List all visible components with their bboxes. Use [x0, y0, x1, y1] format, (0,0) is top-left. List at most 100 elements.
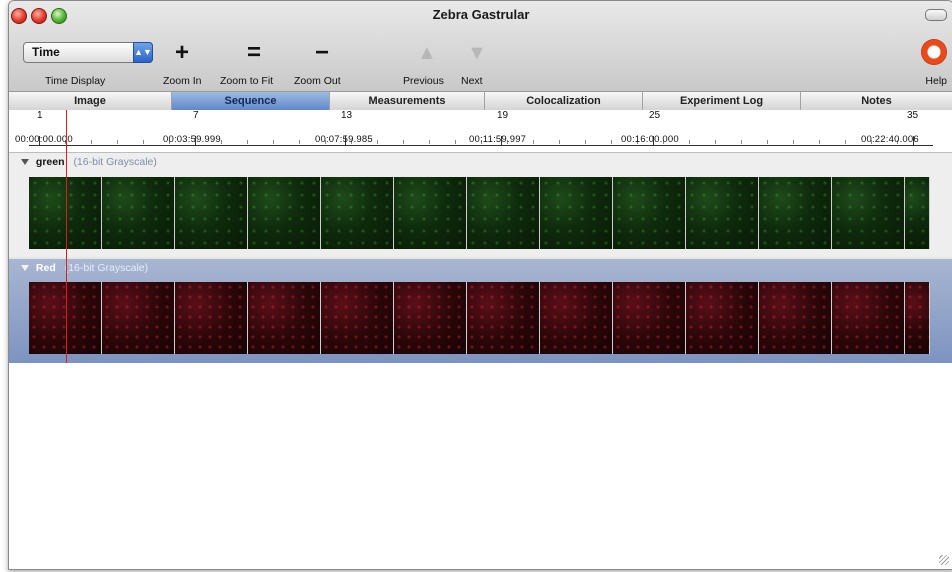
- zoom-out-button[interactable]: Zoom Out: [294, 75, 341, 87]
- plus-icon[interactable]: +: [175, 41, 189, 65]
- frame-thumbnail[interactable]: [759, 177, 832, 249]
- ruler-minor-tick: [91, 140, 92, 144]
- frame-thumbnail[interactable]: [613, 177, 686, 249]
- frame-number: 19: [497, 110, 509, 121]
- time-display-value: Time: [32, 45, 60, 59]
- minus-icon[interactable]: −: [315, 41, 329, 65]
- zoom-to-fit-button[interactable]: Zoom to Fit: [220, 75, 273, 87]
- frame-number: 35: [907, 110, 919, 121]
- ruler-minor-tick: [585, 140, 586, 144]
- frame-thumbnail[interactable]: [686, 177, 759, 249]
- popup-arrows-icon: ▲▼: [133, 42, 153, 63]
- frame-thumbnail[interactable]: [759, 282, 832, 354]
- frame-thumbnail[interactable]: [832, 177, 905, 249]
- frame-thumbnail[interactable]: [540, 282, 613, 354]
- ruler-minor-tick: [299, 140, 300, 144]
- equals-icon[interactable]: =: [247, 41, 261, 65]
- channel-track-green[interactable]: green (16-bit Grayscale): [9, 153, 952, 257]
- ruler-minor-tick: [689, 140, 690, 144]
- tab-image[interactable]: Image: [9, 92, 172, 110]
- timeline-ruler[interactable]: 1 7 13 19 25 35 00:00:00.000 00:03:59.99…: [9, 110, 952, 153]
- previous-button[interactable]: Previous: [403, 75, 444, 87]
- frame-thumbnail[interactable]: [248, 177, 321, 249]
- frame-thumbnail[interactable]: [394, 282, 467, 354]
- frame-thumbnail[interactable]: [175, 282, 248, 354]
- ruler-minor-tick: [559, 140, 560, 144]
- frame-timestamp: 00:07:59.985: [315, 134, 373, 145]
- thumbnail-strip[interactable]: [29, 282, 933, 354]
- toolbar-toggle-button[interactable]: [925, 9, 947, 21]
- frame-thumbnail[interactable]: [467, 282, 540, 354]
- tab-measurements[interactable]: Measurements: [330, 92, 485, 110]
- ruler-minor-tick: [715, 140, 716, 144]
- chevron-up-icon[interactable]: ▲: [417, 41, 437, 65]
- frame-thumbnail[interactable]: [467, 177, 540, 249]
- ruler-minor-tick: [117, 140, 118, 144]
- zoom-in-button[interactable]: Zoom In: [163, 75, 202, 87]
- time-display-label: Time Display: [45, 75, 106, 87]
- frame-thumbnail[interactable]: [832, 282, 905, 354]
- frame-thumbnail[interactable]: [905, 177, 930, 249]
- empty-track-area: [9, 363, 952, 569]
- frame-number: 25: [649, 110, 661, 121]
- ruler-minor-tick: [429, 140, 430, 144]
- ruler-minor-tick: [767, 140, 768, 144]
- channel-name: Red: [35, 262, 56, 274]
- frame-timestamp: 00:03:59.999: [163, 134, 221, 145]
- frame-thumbnail[interactable]: [394, 177, 467, 249]
- frame-thumbnail[interactable]: [540, 177, 613, 249]
- resize-grip-icon[interactable]: [939, 555, 949, 565]
- help-button[interactable]: Help: [925, 75, 947, 87]
- ruler-minor-tick: [143, 140, 144, 144]
- frame-thumbnail[interactable]: [686, 282, 759, 354]
- disclosure-triangle-icon[interactable]: [21, 265, 29, 272]
- frame-timestamp: 00:00:00.000: [15, 134, 73, 145]
- ruler-baseline: [29, 145, 933, 146]
- frame-thumbnail[interactable]: [321, 282, 394, 354]
- ruler-minor-tick: [403, 140, 404, 144]
- ruler-minor-tick: [221, 140, 222, 144]
- app-window: Zebra Gastrular Time ▲▼ Time Display + Z…: [8, 0, 952, 570]
- channel-format: (16-bit Grayscale): [64, 262, 149, 274]
- frame-thumbnail[interactable]: [613, 282, 686, 354]
- frame-thumbnail[interactable]: [248, 282, 321, 354]
- tab-bar: Image Sequence Measurements Colocalizati…: [9, 91, 952, 111]
- ruler-minor-tick: [793, 140, 794, 144]
- ruler-minor-tick: [845, 140, 846, 144]
- thumbnail-strip[interactable]: [29, 177, 933, 249]
- frame-thumbnail[interactable]: [102, 177, 175, 249]
- track-header[interactable]: green (16-bit Grayscale): [21, 156, 157, 168]
- frame-thumbnail[interactable]: [102, 282, 175, 354]
- disclosure-triangle-icon[interactable]: [21, 159, 29, 166]
- playhead[interactable]: [66, 110, 67, 366]
- frame-number: 7: [193, 110, 199, 121]
- channel-name: green: [35, 156, 65, 168]
- ruler-minor-tick: [273, 140, 274, 144]
- chevron-down-icon[interactable]: ▼: [467, 41, 487, 65]
- tab-colocalization[interactable]: Colocalization: [485, 92, 643, 110]
- ruler-minor-tick: [455, 140, 456, 144]
- window-title: Zebra Gastrular: [432, 7, 530, 22]
- next-button[interactable]: Next: [461, 75, 483, 87]
- ruler-minor-tick: [247, 140, 248, 144]
- frame-timestamp: 00:16:00.000: [621, 134, 679, 145]
- tab-notes[interactable]: Notes: [801, 92, 952, 110]
- frame-thumbnail[interactable]: [175, 177, 248, 249]
- tab-experiment-log[interactable]: Experiment Log: [643, 92, 801, 110]
- channel-format: (16-bit Grayscale): [73, 156, 157, 168]
- ruler-minor-tick: [741, 140, 742, 144]
- time-display-popup[interactable]: Time ▲▼: [23, 42, 153, 63]
- ruler-minor-tick: [611, 140, 612, 144]
- frame-timestamp: 00:22:40.006: [861, 134, 919, 145]
- track-header[interactable]: Red (16-bit Grayscale): [21, 262, 148, 274]
- frame-number: 13: [341, 110, 353, 121]
- frame-number: 1: [37, 110, 43, 121]
- lifebuoy-icon[interactable]: [921, 39, 947, 65]
- frame-thumbnail[interactable]: [905, 282, 930, 354]
- channel-track-red[interactable]: Red (16-bit Grayscale): [9, 259, 952, 363]
- ruler-minor-tick: [377, 140, 378, 144]
- frame-thumbnail[interactable]: [321, 177, 394, 249]
- ruler-minor-tick: [533, 140, 534, 144]
- tab-sequence[interactable]: Sequence: [172, 92, 330, 110]
- frame-timestamp: 00:11:59.997: [469, 134, 527, 145]
